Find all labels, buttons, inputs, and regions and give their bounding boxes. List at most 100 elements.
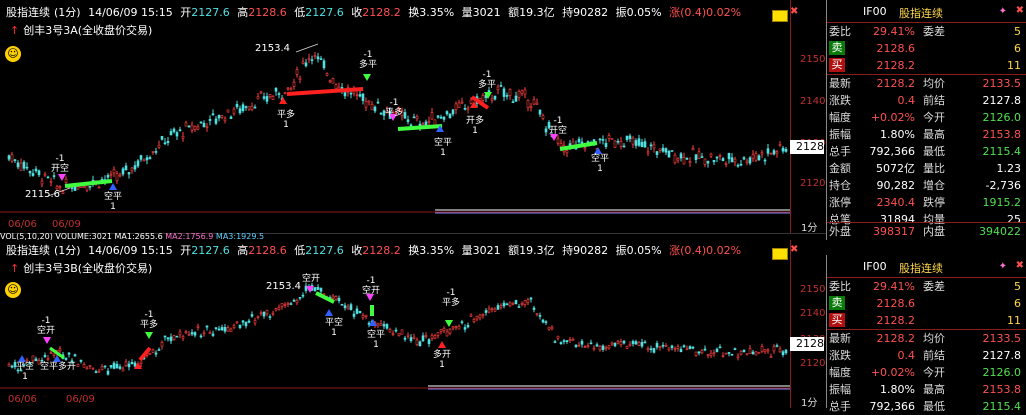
candle-body [100,366,104,371]
quote-label-2: 前结 [923,349,945,362]
candle-body [487,308,491,313]
signal-label: 多开 1 [433,350,452,370]
candle-body [661,147,665,152]
candle-body [130,361,134,364]
gold-bar-icon[interactable] [772,10,788,22]
pin-icon[interactable]: ✦ [999,6,1007,17]
candle-body [676,158,680,161]
candle-body [322,60,326,69]
candle-body [397,332,401,337]
peak-price-label: 2153.4 [255,43,290,54]
candle-body [442,116,446,120]
high-label: 高 [237,244,249,257]
candle-body [733,348,737,351]
quote-label-2: 最高 [923,383,945,396]
quote-value-2: 1.23 [996,162,1022,175]
candle-body [634,341,638,345]
candle-body [748,348,752,354]
quote-row: 幅度 +0.02% 今开 2126.0 [827,109,1026,126]
candle-body [688,161,692,163]
quote-value-2: -2,736 [985,179,1021,192]
gold-bar-icon[interactable] [772,248,788,260]
candle-body [607,345,611,349]
candle-body [355,94,359,96]
candle-body [343,92,347,97]
pin-icon[interactable]: ✦ [999,261,1007,272]
candle-body [535,102,539,105]
peak-leader-line [295,43,319,53]
candle-body [319,58,323,60]
candle-body [244,321,248,327]
quote-value: 792,366 [869,400,916,413]
candle-body [112,169,116,174]
candle-body [253,106,257,109]
quote-label-2: 均价 [923,332,945,345]
candle-body [559,342,563,345]
candle-body [283,92,287,95]
candle-body [193,332,197,336]
candle-body [436,332,440,336]
candle-body [682,157,686,165]
candle-body [568,339,572,341]
candle-body [733,158,737,163]
period-label: (1分) [54,6,81,19]
candle-body [601,345,605,350]
quote-value-2: 2127.8 [982,94,1022,107]
candle-body [664,148,668,153]
candle-body [211,333,215,336]
candle-body [121,168,125,175]
candle-body [358,94,362,97]
candle-body [262,311,266,317]
candle-body [136,160,140,167]
candle-body [556,138,560,144]
quote-label: 幅度 [829,366,851,379]
quote-value: 2128.2 [876,77,916,90]
candle-body [511,101,515,104]
candle-body [106,370,110,375]
candle-body [571,338,575,341]
candle-body [133,165,137,170]
candle-body [283,304,287,306]
low-label: 低 [294,6,306,19]
candle-body [451,109,455,115]
candle-body [637,138,641,146]
quote-label-2: 委差 [923,280,945,293]
candle-body [64,178,68,183]
candle-body [403,337,407,340]
kline-chart-top[interactable]: 股指连续 (1分) 14/06/09 15:15 开2127.6 高2128.6 … [0,0,826,234]
candle-body [406,119,410,122]
candle-body [772,150,776,155]
quote-value: 2128.2 [876,332,916,345]
candle-body [745,353,749,356]
candle-body [607,135,611,139]
smiley-icon[interactable]: ☺ [5,46,21,62]
candle-body [484,310,488,313]
candle-body [172,128,176,133]
high-value: 2128.6 [248,6,287,19]
candle-body [205,125,209,128]
quote-value-2: 2153.8 [982,383,1022,396]
quote-value: 1.80% [880,383,915,396]
quote-row: 总手 792,366 最低 2115.4 [827,143,1026,160]
candle-body [715,156,719,159]
candle-body [754,351,758,356]
candle-body [625,135,629,140]
smiley-icon[interactable]: ☺ [5,282,21,298]
candle-body [97,186,101,189]
close-panel-icon[interactable]: ✖ [1016,260,1024,271]
last-price-box: 2128 [790,337,824,351]
candle-body [748,157,752,164]
quote-value-2: 6 [1014,297,1021,310]
kline-chart-bottom[interactable]: 股指连续 (1分) 14/06/09 15:15 开2127.6 高2128.6 … [0,240,826,409]
candle-body [460,101,464,104]
candle-body [742,349,746,353]
candle-body [505,303,509,306]
quote-label-2: 今开 [923,111,945,124]
candle-body [187,125,191,128]
quote-label: 持仓 [829,179,851,192]
candle-body [655,151,659,155]
close-panel-icon[interactable]: ✖ [1016,5,1024,16]
amplitude-value: 振0.05% [615,6,662,19]
candle-body [652,348,656,353]
candle-body [382,324,386,327]
